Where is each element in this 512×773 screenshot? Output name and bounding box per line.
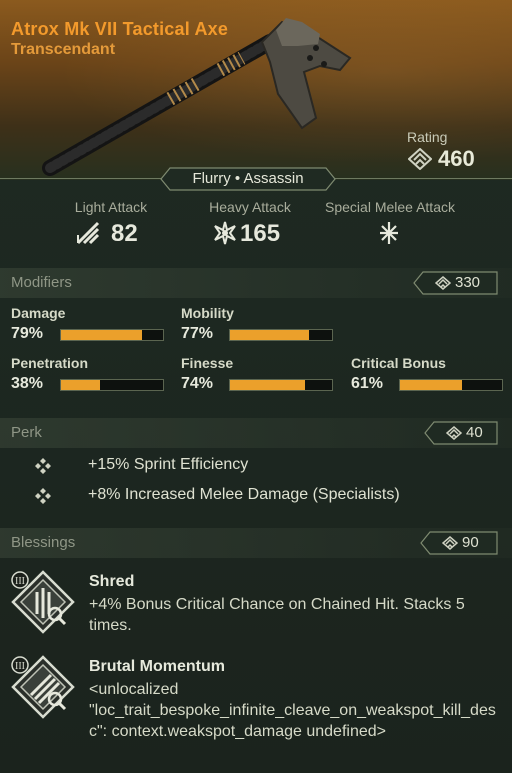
perk-score: 40 bbox=[466, 424, 483, 441]
modifiers-title: Modifiers bbox=[11, 274, 72, 291]
rating-icon bbox=[435, 276, 451, 290]
blessing-name: Shred bbox=[89, 573, 135, 590]
blessing-desc: +4% Bonus Critical Chance on Chained Hit… bbox=[89, 596, 465, 634]
stat-label-mobility: Mobility bbox=[181, 305, 234, 321]
stat-bar-penetration bbox=[60, 379, 164, 391]
perk-diamond-icon bbox=[35, 488, 51, 504]
rating-label: Rating bbox=[407, 129, 448, 145]
stat-label-critical-bonus: Critical Bonus bbox=[351, 355, 446, 371]
weapon-rarity: Transcendant bbox=[11, 41, 116, 58]
stat-value-mobility: 77% bbox=[181, 325, 214, 342]
special-attack-icon bbox=[380, 222, 398, 244]
blessings-title: Blessings bbox=[11, 534, 76, 551]
stat-value-critical-bonus: 61% bbox=[351, 375, 384, 392]
heavy-attack-label: Heavy Attack bbox=[209, 199, 291, 215]
stat-value-damage: 79% bbox=[11, 325, 44, 342]
rating-icon bbox=[446, 426, 462, 440]
modifiers-score-badge: 330 bbox=[413, 271, 498, 295]
rating-icon bbox=[408, 148, 432, 170]
perk-diamond-icon bbox=[35, 458, 51, 474]
perk-text: +8% Increased Melee Damage (Specialists) bbox=[88, 486, 400, 503]
blessing-desc: <unlocalized "loc_trait_bespoke_infinite… bbox=[89, 681, 496, 740]
perk-item: +15% Sprint Efficiency bbox=[0, 453, 512, 479]
perk-header: Perk 40 bbox=[0, 418, 512, 448]
rating-value: 460 bbox=[438, 146, 475, 171]
shred-blessing-icon: III bbox=[11, 570, 75, 634]
light-attack-icon bbox=[76, 221, 100, 245]
class-tags-badge: Flurry • Assassin bbox=[160, 167, 336, 191]
stat-value-finesse: 74% bbox=[181, 375, 214, 392]
blessing-tier: III bbox=[15, 576, 25, 587]
light-attack-label: Light Attack bbox=[74, 199, 148, 215]
modifiers-score: 330 bbox=[455, 274, 481, 291]
perk-score-badge: 40 bbox=[424, 421, 498, 445]
blessings-score: 90 bbox=[462, 534, 479, 551]
stat-label-penetration: Penetration bbox=[11, 355, 89, 371]
perk-item: +8% Increased Melee Damage (Specialists) bbox=[0, 483, 512, 509]
class-tags: Flurry • Assassin bbox=[192, 170, 304, 187]
weapon-card: Atrox Mk VII Tactical Axe Transcendant R… bbox=[0, 0, 512, 773]
modifiers-header: Modifiers 330 bbox=[0, 268, 512, 298]
stat-bar-damage bbox=[60, 329, 164, 341]
blessings-header: Blessings 90 bbox=[0, 528, 512, 558]
light-attack-value: 82 bbox=[111, 220, 138, 247]
weapon-hero: Atrox Mk VII Tactical Axe Transcendant R… bbox=[0, 0, 512, 180]
blessing-name: Brutal Momentum bbox=[89, 658, 225, 675]
stat-bar-critical-bonus bbox=[399, 379, 503, 391]
stat-label-finesse: Finesse bbox=[181, 355, 234, 371]
stat-bar-finesse bbox=[229, 379, 333, 391]
perk-text: +15% Sprint Efficiency bbox=[88, 456, 249, 473]
heavy-attack-icon bbox=[214, 221, 236, 245]
stat-bar-mobility bbox=[229, 329, 333, 341]
stat-value-penetration: 38% bbox=[11, 375, 44, 392]
blessings-score-badge: 90 bbox=[420, 531, 498, 555]
stat-label-damage: Damage bbox=[11, 305, 66, 321]
weapon-name: Atrox Mk VII Tactical Axe bbox=[11, 19, 229, 39]
special-attack-label: Special Melee Attack bbox=[325, 199, 455, 215]
heavy-attack-value: 165 bbox=[240, 220, 281, 247]
perk-title: Perk bbox=[11, 424, 42, 441]
blessing-tier: III bbox=[15, 661, 25, 672]
brutal-momentum-blessing-icon: III bbox=[11, 655, 75, 719]
rating-icon bbox=[442, 536, 458, 550]
